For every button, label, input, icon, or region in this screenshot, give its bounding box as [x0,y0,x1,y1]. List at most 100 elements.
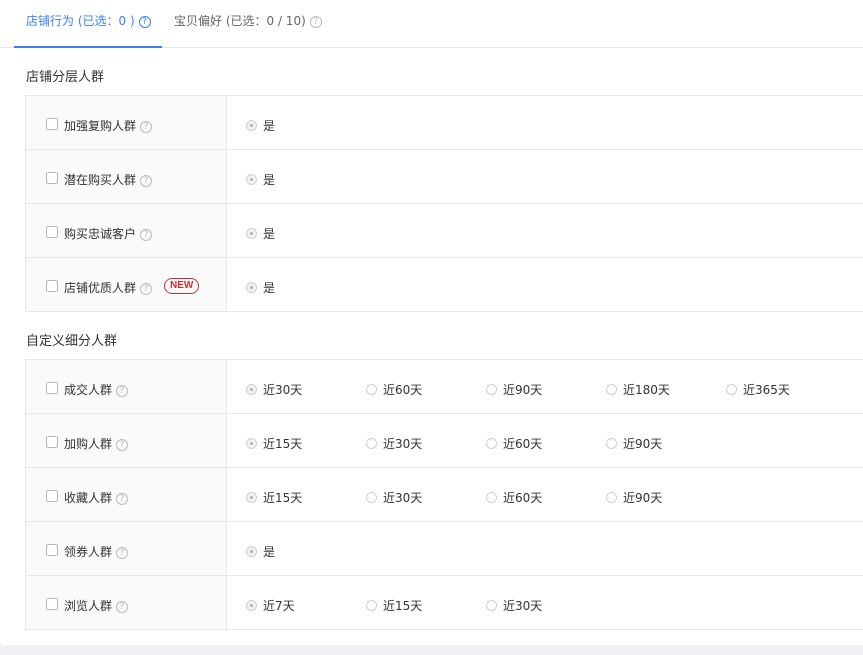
radio-icon[interactable] [366,384,377,395]
row-label-text: 收藏人群 [64,491,113,505]
row-label-text: 领券人群 [64,545,113,559]
radio-option-label: 是 [263,173,276,187]
radio-icon[interactable] [366,438,377,449]
row-checkbox[interactable] [46,382,58,394]
row-checkbox[interactable] [46,280,58,292]
radio-option[interactable]: 近30天 [246,381,302,398]
radio-icon[interactable] [246,492,257,503]
radio-option-label: 是 [263,119,276,133]
radio-option[interactable]: 近60天 [486,435,542,452]
help-icon[interactable]: ? [309,15,322,28]
row-label: 领券人群? [64,543,129,560]
help-icon[interactable]: ? [140,174,153,187]
help-icon[interactable]: ? [116,546,129,559]
radio-option-label: 近30天 [383,437,423,451]
radio-option[interactable]: 近180天 [606,381,670,398]
radio-icon[interactable] [486,492,497,503]
help-icon[interactable]: ? [138,15,151,28]
radio-icon[interactable] [486,384,497,395]
radio-option-label: 近90天 [623,437,663,451]
radio-option[interactable]: 是 [246,225,275,242]
row-checkbox[interactable] [46,544,58,556]
radio-option[interactable]: 近30天 [366,489,422,506]
radio-icon[interactable] [246,384,257,395]
radio-option[interactable]: 是 [246,543,275,560]
radio-icon[interactable] [246,438,257,449]
radio-option[interactable]: 近30天 [486,597,542,614]
row-checkbox[interactable] [46,172,58,184]
radio-option-label: 近90天 [623,491,663,505]
radio-icon[interactable] [246,282,257,293]
radio-option[interactable]: 近15天 [366,597,422,614]
radio-option[interactable]: 近90天 [606,489,662,506]
row-label-text: 浏览人群 [64,599,113,613]
help-icon[interactable]: ? [140,282,153,295]
radio-option[interactable]: 是 [246,171,275,188]
row-label-text: 店铺优质人群 [64,281,137,295]
row-label: 加购人群? [64,435,129,452]
row-label: 收藏人群? [64,489,129,506]
radio-icon[interactable] [246,228,257,239]
section-title-custom: 自定义细分人群 [26,334,118,349]
row-checkbox[interactable] [46,226,58,238]
radio-icon[interactable] [366,492,377,503]
radio-option-label: 近15天 [383,599,423,613]
row-label: 浏览人群? [64,597,129,614]
row-checkbox[interactable] [46,118,58,130]
radio-option[interactable]: 近90天 [606,435,662,452]
table-row: 购买忠诚客户? 是 [26,203,863,257]
layered-table: 加强复购人群? 是潜在购买人群? 是购买忠诚客户? 是店铺优质人群? NEW 是 [25,95,863,312]
row-header: 成交人群? [26,360,227,413]
radio-option[interactable]: 近60天 [486,489,542,506]
help-icon[interactable]: ? [140,120,153,133]
help-icon[interactable]: ? [140,228,153,241]
help-icon[interactable]: ? [116,492,129,505]
radio-option-label: 近15天 [263,437,303,451]
radio-option[interactable]: 是 [246,279,275,296]
row-label: 加强复购人群? [64,117,153,134]
radio-icon[interactable] [606,438,617,449]
radio-option-label: 近30天 [383,491,423,505]
radio-icon[interactable] [366,600,377,611]
row-header: 收藏人群? [26,468,227,521]
radio-option[interactable]: 近15天 [246,489,302,506]
radio-icon[interactable] [486,600,497,611]
row-checkbox[interactable] [46,436,58,448]
radio-option-label: 是 [263,281,276,295]
radio-icon[interactable] [246,546,257,557]
tab-item-preference[interactable]: 宝贝偏好 (已选：0 / 10)? [174,12,322,46]
row-header: 浏览人群? [26,576,227,629]
radio-icon[interactable] [246,600,257,611]
radio-option[interactable]: 是 [246,117,275,134]
radio-option[interactable]: 近90天 [486,381,542,398]
radio-option-label: 近365天 [743,383,790,397]
row-label-text: 加购人群 [64,437,113,451]
radio-icon[interactable] [246,120,257,131]
radio-icon[interactable] [486,438,497,449]
table-row: 收藏人群? 近15天 近30天 近60天 近90天 [26,467,863,521]
radio-icon[interactable] [606,384,617,395]
radio-option[interactable]: 近365天 [726,381,790,398]
table-row: 领券人群? 是 [26,521,863,575]
help-icon[interactable]: ? [116,438,129,451]
table-row: 店铺优质人群? NEW 是 [26,257,863,311]
radio-option[interactable]: 近60天 [366,381,422,398]
help-icon[interactable]: ? [116,384,129,397]
row-header: 领券人群? [26,522,227,575]
radio-option[interactable]: 近30天 [366,435,422,452]
radio-icon[interactable] [606,492,617,503]
radio-icon[interactable] [726,384,737,395]
radio-option[interactable]: 近7天 [246,597,295,614]
row-header: 潜在购买人群? [26,150,227,203]
tab-store-behavior[interactable]: 店铺行为 (已选：0 )? [14,12,162,48]
row-checkbox[interactable] [46,598,58,610]
table-row: 加购人群? 近15天 近30天 近60天 近90天 [26,413,863,467]
help-icon[interactable]: ? [116,600,129,613]
table-row: 成交人群? 近30天 近60天 近90天 近180天 近365天 [26,360,863,413]
row-checkbox[interactable] [46,490,58,502]
radio-icon[interactable] [246,174,257,185]
radio-option[interactable]: 近15天 [246,435,302,452]
table-row: 浏览人群? 近7天 近15天 近30天 [26,575,863,629]
row-label: 店铺优质人群? [64,279,153,296]
tab-label: 宝贝偏好 (已选：0 / 10) [174,14,306,28]
